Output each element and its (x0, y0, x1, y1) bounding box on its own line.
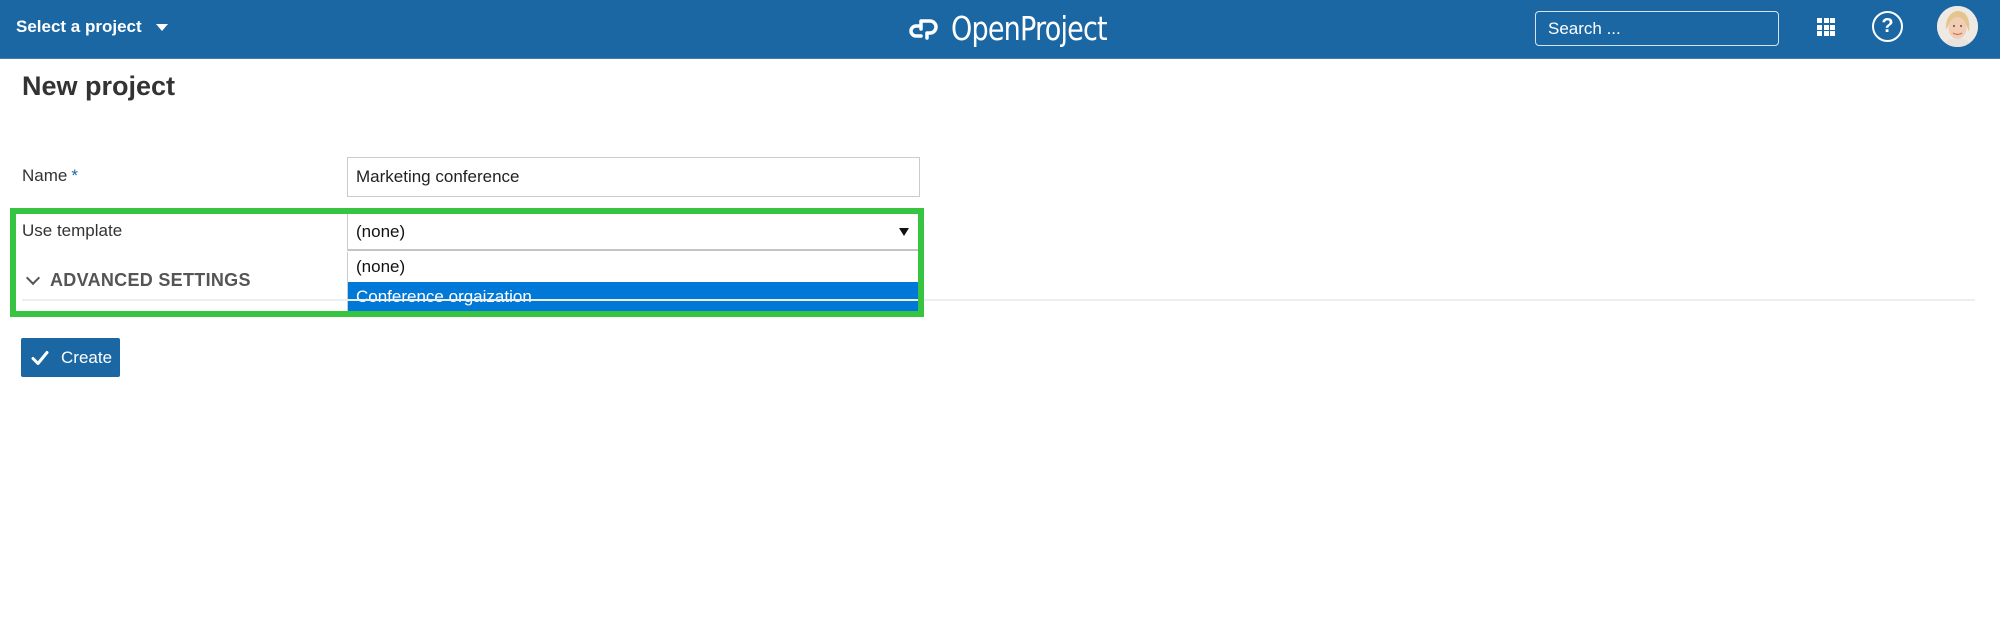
name-label: Name * (22, 166, 78, 186)
required-marker: * (71, 166, 78, 185)
logo-text: OpenProject (951, 9, 1108, 48)
search-input[interactable] (1548, 18, 1769, 39)
template-option-conference[interactable]: Conference orgaization (348, 282, 919, 312)
caret-down-icon (155, 23, 168, 31)
checkmark-icon (31, 350, 49, 365)
name-label-text: Name (22, 166, 68, 185)
project-selector[interactable]: Select a project (16, 17, 168, 37)
project-name-input[interactable] (347, 157, 920, 197)
avatar-image (1937, 6, 1978, 47)
advanced-settings-label: ADVANCED SETTINGS (50, 270, 251, 290)
user-avatar[interactable] (1937, 6, 1978, 47)
openproject-logo[interactable]: OpenProject (907, 9, 1141, 49)
help-icon[interactable]: ? (1872, 11, 1903, 42)
create-button-label: Create (61, 347, 113, 367)
template-select-value: (none) (356, 221, 406, 241)
section-divider (22, 299, 1975, 301)
dropdown-arrow-icon (899, 227, 909, 236)
template-select[interactable]: (none) (347, 213, 920, 251)
page-title: New project (22, 71, 176, 101)
advanced-settings-toggle[interactable]: ADVANCED SETTINGS (25, 270, 251, 291)
modules-grid-icon[interactable] (1817, 18, 1835, 36)
create-button[interactable]: Create (21, 338, 120, 377)
template-options-list: (none) Conference orgaization (347, 252, 920, 312)
top-navigation-bar: Select a project OpenProject ? (0, 0, 2000, 59)
template-option-none[interactable]: (none) (348, 252, 919, 282)
global-search[interactable] (1535, 11, 1779, 46)
openproject-logo-icon (909, 19, 938, 40)
template-label: Use template (22, 221, 123, 240)
chevron-down-icon (25, 270, 41, 286)
project-selector-label: Select a project (16, 17, 142, 36)
